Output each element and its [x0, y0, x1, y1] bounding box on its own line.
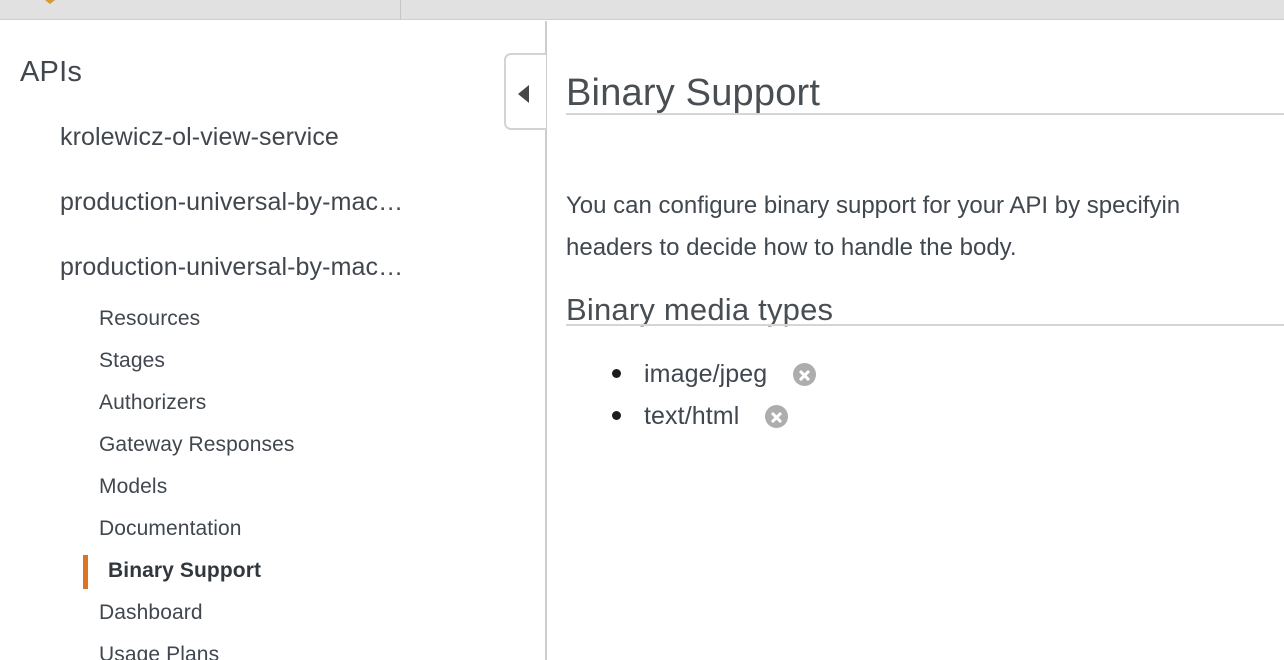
sidebar-active-marker	[83, 555, 88, 589]
media-type-label: text/html	[644, 402, 740, 430]
collapse-panel-button[interactable]	[504, 53, 546, 130]
sidebar-item-documentation[interactable]: Documentation	[99, 517, 242, 541]
sidebar-item-gateway-responses[interactable]: Gateway Responses	[99, 433, 294, 457]
bullet-icon	[612, 411, 621, 420]
main-content: Binary Support You can configure binary …	[547, 21, 1284, 660]
page-title: Binary Support	[566, 72, 821, 115]
section-title-binary-media-types: Binary media types	[566, 291, 834, 327]
section-divider	[566, 324, 1284, 326]
aws-logo-icon	[42, 0, 58, 4]
list-item: text/html	[547, 395, 1247, 437]
sidebar-api-item-1[interactable]: production-universal-by-mac…	[60, 188, 403, 217]
sidebar-api-item-0[interactable]: krolewicz-ol-view-service	[60, 123, 339, 152]
sidebar-item-binary-support[interactable]: Binary Support	[108, 559, 261, 583]
sidebar-item-usage-plans[interactable]: Usage Plans	[99, 643, 219, 660]
sidebar-item-stages[interactable]: Stages	[99, 349, 165, 373]
media-type-label: image/jpeg	[644, 360, 768, 388]
browser-top-bar	[0, 0, 1284, 20]
sidebar-api-item-2[interactable]: production-universal-by-mac…	[60, 253, 403, 282]
intro-paragraph: You can configure binary support for you…	[566, 192, 1181, 261]
sidebar-item-resources[interactable]: Resources	[99, 307, 200, 331]
sidebar: APIs krolewicz-ol-view-service productio…	[0, 21, 545, 660]
chevron-left-icon	[518, 85, 529, 103]
sidebar-item-models[interactable]: Models	[99, 475, 167, 499]
remove-circle-icon[interactable]	[793, 363, 816, 386]
console-stage: APIs krolewicz-ol-view-service productio…	[0, 21, 1284, 660]
bullet-icon	[612, 369, 621, 378]
sidebar-item-authorizers[interactable]: Authorizers	[99, 391, 206, 415]
title-divider	[566, 113, 1284, 115]
list-item: image/jpeg	[547, 353, 1247, 395]
binary-media-types-list: image/jpeg text/html	[547, 353, 1247, 437]
remove-circle-icon[interactable]	[765, 405, 788, 428]
tab-divider	[400, 0, 401, 20]
sidebar-item-dashboard[interactable]: Dashboard	[99, 601, 203, 625]
sidebar-heading-apis: APIs	[20, 56, 83, 88]
